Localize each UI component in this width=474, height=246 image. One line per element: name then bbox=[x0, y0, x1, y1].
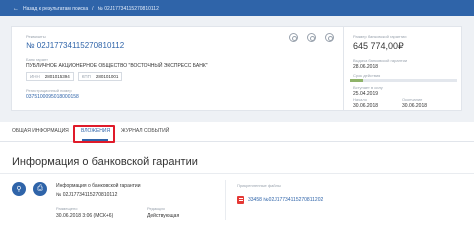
inn-value: 2801015394 bbox=[44, 74, 70, 79]
attachments-highlight-box bbox=[73, 125, 115, 143]
column-divider bbox=[225, 180, 226, 220]
inn-chip: ИНН 2801015394 bbox=[26, 72, 74, 81]
tab-event-log[interactable]: ЖУРНАЛ СОБЫТИЙ bbox=[121, 128, 169, 134]
guarantee-summary: Размер банковской гарантии 645 774,00₽ В… bbox=[344, 26, 462, 111]
kpp-label: КПП bbox=[81, 74, 91, 79]
tabs-bar: ОБЩАЯ ИНФОРМАЦИЯ ВЛОЖЕНИЯ ЖУРНАЛ СОБЫТИЙ bbox=[0, 122, 474, 142]
breadcrumb: ← Назад к результатам поиска / № 02J1773… bbox=[13, 3, 159, 14]
tab-general-info[interactable]: ОБЩАЯ ИНФОРМАЦИЯ bbox=[12, 128, 69, 134]
reg-number-link[interactable]: 0375100095018000158 bbox=[26, 94, 79, 100]
posted-date: 30.06.2018 3:06 (МСК+6) bbox=[56, 213, 114, 219]
breadcrumb-back-link[interactable]: Назад к результатам поиска bbox=[23, 6, 88, 12]
from-label: Начало bbox=[353, 97, 367, 102]
issue-label: Выдача банковской гарантии bbox=[353, 58, 408, 63]
print-icon[interactable]: ⎙ bbox=[33, 182, 47, 196]
inn-label: ИНН bbox=[30, 74, 40, 79]
star-icon[interactable] bbox=[325, 33, 334, 42]
file-link[interactable]: 33458 №02J17734115270811202 bbox=[248, 197, 323, 203]
bank-codes: ИНН 2801015394 КПП 280101001 bbox=[26, 72, 123, 81]
doc-number: № 02J17734115270810112 bbox=[56, 192, 118, 198]
from-date: 30.06.2018 bbox=[353, 103, 379, 109]
section-divider bbox=[0, 173, 474, 174]
to-label: Окончание bbox=[402, 97, 423, 102]
guarantee-number: № 02J17734115270810112 bbox=[26, 41, 125, 50]
breadcrumb-current: № 02J17734115270810112 bbox=[97, 5, 159, 12]
settings-icon[interactable] bbox=[307, 33, 316, 42]
file-item[interactable]: 33458 №02J17734115270811202 bbox=[237, 196, 323, 204]
bank-label: Банк гарант bbox=[26, 57, 49, 62]
bank-name-link[interactable]: ПУБЛИЧНОЕ АКЦИОНЕРНОЕ ОБЩЕСТВО "ВОСТОЧНЫ… bbox=[26, 63, 208, 69]
pdf-file-icon bbox=[237, 196, 244, 204]
breadcrumb-separator: / bbox=[92, 5, 94, 12]
issue-date: 28.06.2018 bbox=[353, 64, 379, 70]
validity-progress bbox=[350, 79, 457, 82]
validity-progress-fill bbox=[350, 79, 363, 82]
kpp-value: 280101001 bbox=[95, 74, 119, 79]
files-label: Прикрепленные файлы bbox=[237, 183, 281, 188]
back-arrow-icon[interactable]: ← bbox=[13, 6, 19, 12]
doc-title: Информация о банковской гарантии bbox=[56, 183, 141, 189]
start-label: Вступает в силу bbox=[353, 85, 383, 90]
section-title: Информация о банковской гарантии bbox=[12, 156, 198, 168]
revision-label: Редакция bbox=[147, 206, 165, 211]
key-icon[interactable]: ⚲ bbox=[12, 182, 26, 196]
guarantee-amount: 645 774,00₽ bbox=[353, 41, 404, 51]
validity-label: Срок действия bbox=[353, 73, 381, 78]
to-date: 30.06.2018 bbox=[402, 103, 428, 109]
guarantee-card: Реквизиты № 02J17734115270810112 Банк га… bbox=[11, 26, 344, 111]
posted-label: Размещено bbox=[56, 206, 78, 211]
revision-value: Действующая bbox=[147, 213, 180, 219]
details-label: Реквизиты bbox=[26, 34, 46, 39]
reg-number-label: Регистрационный номер bbox=[26, 88, 72, 93]
amount-label: Размер банковской гарантии bbox=[353, 34, 407, 39]
kpp-chip: КПП 280101001 bbox=[77, 72, 123, 81]
time-icon[interactable] bbox=[289, 33, 298, 42]
